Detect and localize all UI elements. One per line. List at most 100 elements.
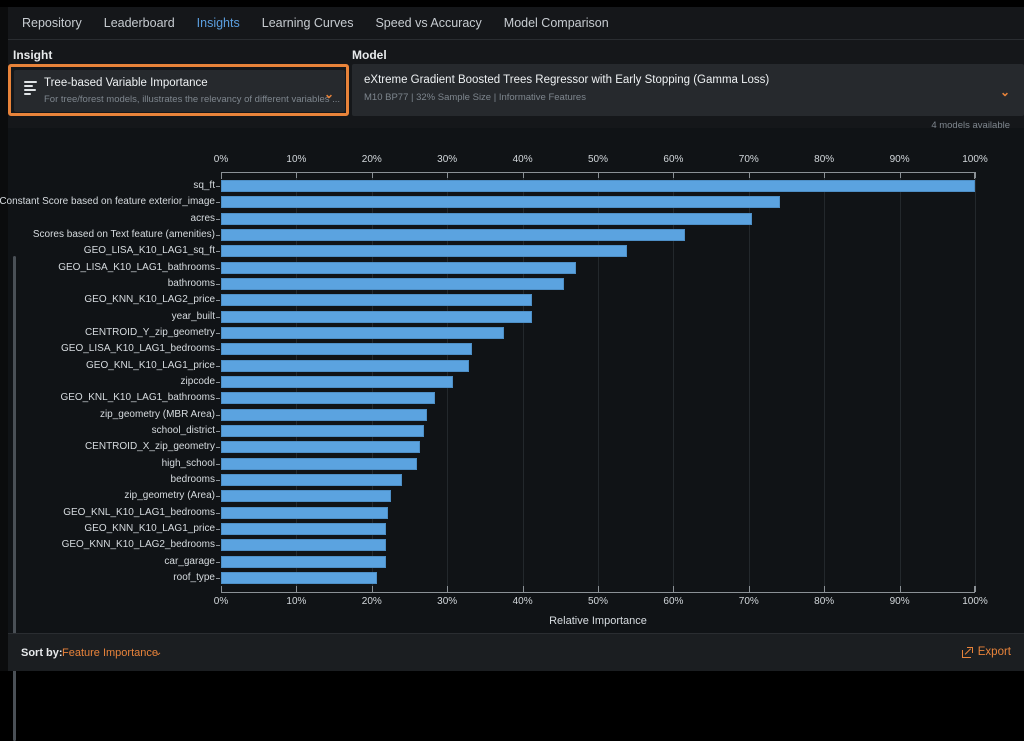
- y-axis-tick: [216, 577, 220, 579]
- app-frame: Repository Leaderboard Insights Learning Cu…: [0, 7, 1024, 741]
- bar[interactable]: [221, 457, 418, 470]
- x-axis-title: Relative Importance: [549, 615, 647, 627]
- x-axis-tick-label: 30%: [437, 154, 458, 165]
- y-axis-tick: [216, 512, 220, 514]
- bar[interactable]: [221, 180, 975, 193]
- y-axis-tick-label: GEO_KNN_K10_LAG2_price: [84, 294, 215, 306]
- y-axis-tick: [216, 235, 220, 237]
- bar[interactable]: [221, 555, 387, 568]
- x-axis-tick: [975, 586, 976, 592]
- bar[interactable]: [221, 278, 565, 291]
- tab-model-comparison[interactable]: Model Comparison: [493, 7, 620, 39]
- y-axis-tick: [216, 284, 220, 286]
- x-axis-tick-label: 100%: [962, 154, 988, 165]
- insight-column-label: Insight: [13, 48, 53, 62]
- selector-row: Insight Model Tree-based Variable Import…: [8, 40, 1024, 131]
- bar[interactable]: [221, 343, 473, 356]
- bar[interactable]: [221, 522, 387, 535]
- x-axis-tick-label: 80%: [814, 596, 835, 607]
- x-axis-tick: [221, 172, 222, 178]
- x-axis-tick-label: 100%: [962, 596, 988, 607]
- y-axis-tick: [216, 561, 220, 563]
- model-title: eXtreme Gradient Boosted Trees Regressor…: [364, 74, 770, 86]
- chevron-down-icon[interactable]: ⌄: [324, 88, 334, 100]
- insight-subtitle: For tree/forest models, illustrates the …: [44, 94, 341, 105]
- y-axis-tick: [216, 186, 220, 188]
- tab-insights[interactable]: Insights: [186, 7, 251, 39]
- x-axis-tick-label: 10%: [286, 154, 307, 165]
- y-axis-tick-label: GEO_LISA_K10_LAG1_bedrooms: [61, 343, 215, 355]
- y-axis-tick-label: school_district: [151, 424, 215, 436]
- model-selector[interactable]: eXtreme Gradient Boosted Trees Regressor…: [352, 64, 1024, 116]
- bar[interactable]: [221, 376, 454, 388]
- y-axis-tick: [216, 382, 220, 383]
- bar[interactable]: [221, 490, 391, 503]
- bar[interactable]: [221, 506, 388, 519]
- export-button[interactable]: Export: [961, 646, 1011, 658]
- y-axis-tick-label: GEO_LISA_K10_LAG1_sq_ft: [83, 245, 215, 257]
- y-axis-tick-label: zip_geometry (MBR Area): [99, 408, 215, 420]
- bar[interactable]: [221, 392, 436, 405]
- y-axis-tick: [216, 414, 220, 416]
- bar[interactable]: [221, 294, 532, 307]
- y-axis-tick: [216, 218, 220, 220]
- chevron-down-icon[interactable]: ⌄: [1000, 86, 1010, 98]
- chart-area: Relative Importance 0% 0% 10% 10% 20% 20% 30% 3…: [0, 128, 1024, 741]
- x-axis-tick-label: 0%: [213, 154, 229, 165]
- sort-by-value[interactable]: Feature Importance: [62, 647, 158, 659]
- bar[interactable]: [221, 424, 424, 437]
- x-axis-tick: [899, 586, 901, 592]
- bar[interactable]: [221, 245, 627, 258]
- bar[interactable]: [221, 196, 780, 209]
- y-axis-tick-label: GEO_KNL_K10_LAG1_price: [86, 359, 215, 371]
- tab-repository[interactable]: Repository: [11, 7, 93, 39]
- export-external-link-icon: [961, 646, 973, 658]
- tab-learning-curves[interactable]: Learning Curves: [251, 7, 365, 39]
- main-tabbar: Repository Leaderboard Insights Learning Cu…: [8, 7, 1024, 40]
- bar[interactable]: [221, 212, 752, 225]
- x-axis-tick: [221, 586, 222, 592]
- y-axis-tick: [216, 447, 220, 449]
- sort-by-label: Sort by:: [21, 647, 63, 659]
- bar[interactable]: [221, 327, 504, 340]
- bar[interactable]: [221, 473, 402, 486]
- bar[interactable]: [221, 261, 577, 274]
- chevron-down-icon[interactable]: ⌄: [154, 647, 162, 658]
- bar[interactable]: [221, 539, 387, 552]
- y-axis-tick: [216, 300, 220, 302]
- bar[interactable]: [221, 229, 686, 242]
- window-left-edge: [0, 7, 8, 671]
- tab-speed-vs-accuracy[interactable]: Speed vs Accuracy: [364, 7, 492, 39]
- x-axis-tick-label: 40%: [512, 154, 533, 165]
- bar[interactable]: [221, 441, 421, 454]
- model-column-label: Model: [352, 48, 387, 62]
- y-axis-tick-label: year_built: [171, 310, 215, 322]
- y-axis-tick-label: GEO_KNL_K10_LAG1_bedrooms: [63, 506, 215, 518]
- x-axis-tick: [748, 586, 750, 592]
- variable-importance-chart: Relative Importance 0% 0% 10% 10% 20% 20% 30% 3…: [0, 148, 988, 627]
- x-axis-tick-label: 10%: [286, 596, 307, 607]
- y-axis-tick-label: GEO_LISA_K10_LAG1_bathrooms: [58, 261, 215, 273]
- tab-leaderboard[interactable]: Leaderboard: [93, 7, 186, 39]
- insights-screen: Repository Leaderboard Insights Learning Cu…: [0, 0, 1024, 741]
- x-axis-tick: [598, 586, 599, 592]
- y-axis-tick-label: Constant Score based on feature exterior…: [0, 196, 215, 208]
- x-axis-tick-label: 40%: [512, 596, 533, 607]
- bar[interactable]: [221, 310, 532, 323]
- insight-selector[interactable]: Tree-based Variable Importance For tree/…: [14, 70, 345, 112]
- y-axis-tick: [216, 202, 220, 204]
- y-axis-tick: [216, 430, 220, 432]
- y-axis-tick-label: zipcode: [180, 376, 215, 387]
- x-axis-tick: [447, 586, 449, 592]
- y-axis-tick: [216, 349, 220, 351]
- y-axis-tick-label: bedrooms: [170, 473, 215, 485]
- y-axis-tick: [216, 365, 220, 367]
- y-axis-tick: [216, 398, 220, 400]
- gridline: [824, 178, 826, 586]
- bar[interactable]: [221, 359, 470, 372]
- x-axis-tick: [522, 586, 524, 592]
- y-axis-tick-label: Scores based on Text feature (amenities): [32, 229, 215, 241]
- bar[interactable]: [221, 571, 378, 584]
- y-axis-tick-label: CENTROID_X_zip_geometry: [84, 441, 215, 453]
- bar[interactable]: [221, 408, 427, 421]
